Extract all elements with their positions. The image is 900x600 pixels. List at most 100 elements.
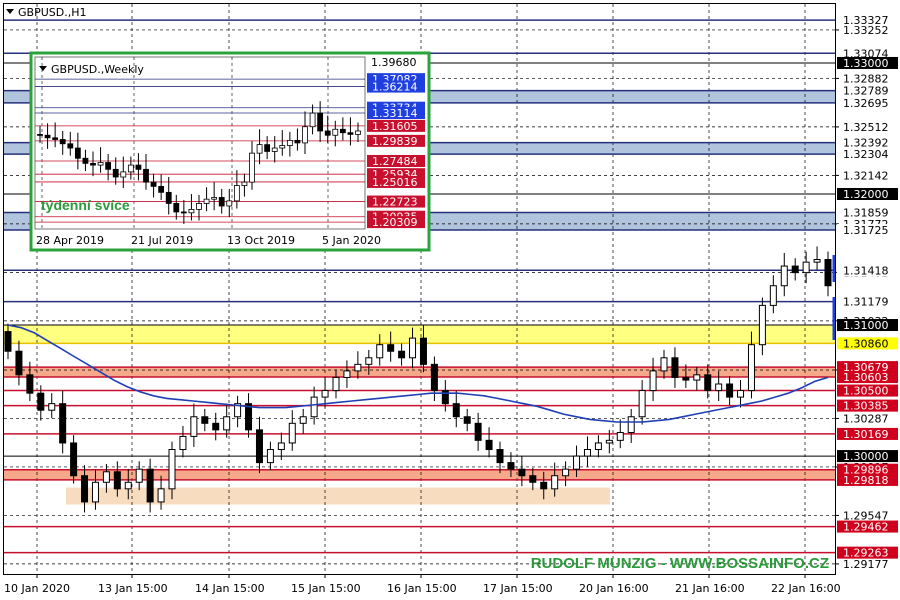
inset-candle-body [196, 203, 202, 210]
inset-candle-body [105, 162, 112, 170]
candle-body [266, 449, 274, 464]
inset-candle-body [143, 168, 149, 183]
candle-body [605, 439, 613, 444]
level-price-label: 1.32000 [843, 188, 889, 201]
candle-body [26, 374, 34, 394]
inset-time-label: 21 Jul 2019 [131, 234, 193, 247]
axis-price-label: 1.32512 [843, 121, 889, 134]
candle-body [747, 344, 755, 392]
candle-body [573, 455, 581, 470]
candle-body [59, 403, 67, 444]
inset-candle-body [203, 198, 210, 204]
candle-body [638, 390, 646, 418]
chevron-down-icon[interactable] [6, 9, 14, 14]
candle-body [682, 376, 690, 381]
candle-body [113, 471, 121, 490]
level-price-label: 1.30385 [843, 400, 889, 413]
time-label: 20 Jan 16:00 [579, 582, 649, 595]
inset-price-label: 1.33114 [372, 107, 418, 120]
inset-candle-body [97, 162, 104, 166]
level-price-label: 1.31179 [843, 296, 889, 309]
inset-candle-body [82, 157, 89, 164]
candle-body [310, 396, 318, 418]
candle-body [102, 471, 110, 483]
inset-candle-body [37, 133, 43, 136]
inset-time-label: 5 Jan 2020 [322, 234, 381, 247]
candle-body [321, 390, 329, 398]
axis-price-label: 1.32882 [843, 72, 889, 85]
candle-body [4, 331, 12, 352]
inset-candle-body [233, 185, 240, 202]
candle-body [780, 265, 788, 287]
candle-body [419, 337, 427, 365]
candle-body [277, 442, 285, 451]
inset-candle-body [256, 144, 263, 154]
candle-body [299, 416, 307, 424]
level-price-label: 1.30169 [843, 428, 889, 441]
candle-body [813, 259, 821, 263]
watermark: RUDOLF MUNZIG - WWW.BOSSAINFO.CZ [531, 555, 829, 572]
candle-body [48, 403, 56, 411]
inset-candle-body [112, 168, 119, 178]
inset-candle-body [135, 164, 142, 170]
candle-body [824, 259, 832, 287]
time-label: 13 Jan 15:00 [98, 582, 168, 595]
inset-candle-body [279, 145, 286, 149]
inset-candle-body [226, 200, 233, 207]
inset-candle-body [52, 137, 59, 140]
candle-body [551, 475, 559, 490]
inset-candle-body [355, 130, 361, 135]
time-label: 10 Jan 2020 [4, 582, 70, 595]
candle-body [726, 383, 734, 398]
time-label: 22 Jan 16:00 [771, 582, 841, 595]
level-price-label: 1.29818 [843, 474, 889, 487]
candle-body [255, 429, 263, 464]
time-label: 21 Jan 16:00 [675, 582, 745, 595]
inset-candle-body [180, 211, 187, 214]
inset-candle-body [302, 126, 308, 144]
candle-body [387, 344, 395, 352]
level-price-label: 1.32695 [843, 97, 889, 110]
candle-body [354, 363, 362, 372]
price-axis: 1.332521.328821.325121.321421.317721.314… [832, 14, 898, 571]
axis-price-label: 1.30287 [843, 412, 889, 425]
level-price-label: 1.30860 [843, 337, 889, 350]
level-price-label: 1.33000 [843, 57, 889, 70]
candle-body [627, 416, 635, 433]
chart-title: GBPUSD.,H1 [18, 6, 86, 19]
candle-body [802, 261, 810, 274]
candle-body [37, 392, 45, 411]
inset-candle-body [241, 181, 248, 186]
inset-candle-body [44, 134, 51, 139]
inset-candle-body [218, 197, 225, 207]
inset-caption: týdenní svíce [41, 197, 130, 213]
level-price-label: 1.30000 [843, 450, 889, 463]
candle-body [212, 422, 220, 431]
candle-body [758, 304, 766, 346]
inset-title: GBPUSD.,Weekly [51, 63, 144, 76]
inset-candle-body [150, 181, 157, 187]
inset-candle-body [271, 147, 278, 152]
inset-candle-body [294, 139, 301, 144]
candle-body [343, 370, 351, 378]
time-label: 15 Jan 15:00 [291, 582, 361, 595]
candle-body [474, 422, 482, 441]
axis-price-label: 1.29177 [843, 558, 889, 571]
candle-body [365, 357, 373, 365]
inset-candle-body [347, 132, 354, 135]
candle-body [671, 357, 679, 378]
inset-candle-body [59, 139, 66, 145]
candle-body [737, 390, 745, 398]
candle-body [398, 350, 406, 359]
inset-candle-body [264, 144, 271, 152]
inset-time-label: 28 Apr 2019 [36, 234, 104, 247]
inset-candle-body [324, 130, 331, 136]
inset-price-label: 1.20309 [372, 216, 418, 229]
candle-body [409, 337, 417, 359]
inset-candle-body [332, 128, 339, 136]
candle-body [332, 376, 340, 392]
level-price-label: 1.29462 [843, 521, 889, 534]
inset-candle-body [74, 147, 81, 159]
candle-body [376, 344, 384, 359]
candle-body [81, 475, 89, 503]
